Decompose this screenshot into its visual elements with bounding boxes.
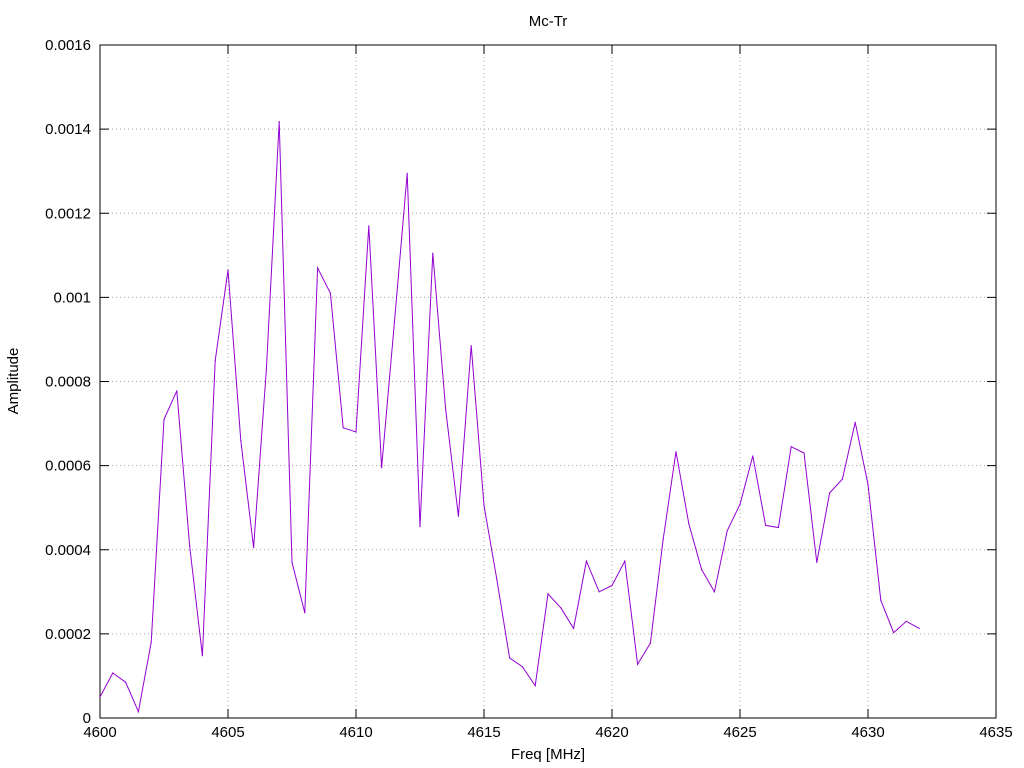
y-tick-label: 0 xyxy=(83,710,91,727)
data-point xyxy=(342,427,344,429)
data-point xyxy=(99,696,101,698)
data-point xyxy=(201,655,203,657)
data-point xyxy=(214,359,216,362)
data-point xyxy=(509,657,511,659)
data-point xyxy=(905,620,908,622)
data-point xyxy=(189,544,191,547)
data-point xyxy=(227,269,229,271)
data-point xyxy=(137,711,139,713)
data-point xyxy=(125,681,127,683)
data-point xyxy=(854,421,856,423)
x-tick-label: 4620 xyxy=(595,724,628,741)
y-tick-label: 0.0014 xyxy=(45,121,91,138)
data-point xyxy=(637,663,639,665)
data-point xyxy=(624,560,626,562)
data-point xyxy=(893,632,895,634)
data-point xyxy=(803,452,805,454)
data-point xyxy=(355,431,357,433)
data-point xyxy=(470,345,472,347)
data-point xyxy=(752,455,754,457)
data-point xyxy=(726,530,728,532)
data-point xyxy=(457,515,459,517)
data-point xyxy=(265,368,267,370)
data-point xyxy=(867,484,869,486)
data-point xyxy=(496,578,498,580)
data-point xyxy=(598,591,600,593)
data-point xyxy=(432,252,434,254)
data-point xyxy=(918,627,920,630)
data-point xyxy=(253,547,255,549)
data-point xyxy=(240,439,242,441)
data-point xyxy=(291,561,293,564)
data-point xyxy=(329,292,331,294)
series-line xyxy=(99,121,920,714)
data-point xyxy=(611,584,613,587)
data-point xyxy=(675,451,677,453)
x-tick-label: 4635 xyxy=(979,724,1012,741)
data-point xyxy=(163,418,165,420)
y-axis-label: Amplitude xyxy=(5,348,22,415)
y-tick-label: 0.0006 xyxy=(45,458,91,475)
x-tick-label: 4625 xyxy=(723,724,756,741)
data-point xyxy=(406,172,408,174)
data-point xyxy=(841,478,844,480)
x-tick-label: 4605 xyxy=(211,724,244,741)
data-point xyxy=(445,408,447,410)
data-point xyxy=(765,524,767,527)
y-tick-label: 0.0016 xyxy=(45,37,91,54)
data-point xyxy=(790,446,792,448)
data-point xyxy=(521,666,524,668)
y-tick-label: 0.0004 xyxy=(45,542,91,559)
data-point xyxy=(176,390,178,392)
chart-title: Mc-Tr xyxy=(529,13,568,30)
data-point xyxy=(419,526,421,528)
data-point xyxy=(829,492,831,494)
y-tick-label: 0.001 xyxy=(53,289,91,306)
data-point xyxy=(112,672,114,674)
data-point xyxy=(777,526,780,529)
data-point xyxy=(880,599,882,601)
x-axis-label: Freq [MHz] xyxy=(511,746,585,763)
x-tick-label: 4615 xyxy=(467,724,500,741)
data-point xyxy=(150,641,152,643)
data-point xyxy=(649,642,652,644)
data-point xyxy=(688,523,690,525)
x-tick-label: 4630 xyxy=(851,724,884,741)
data-point xyxy=(534,685,536,687)
line-chart: 4600 4605 4610 4615 4620 4625 4630 463500.00020… xyxy=(5,13,1013,763)
data-point xyxy=(368,225,370,227)
data-point xyxy=(304,612,306,614)
data-point xyxy=(317,267,319,269)
data-point xyxy=(662,538,664,540)
data-point xyxy=(381,467,383,469)
data-point xyxy=(393,322,395,324)
data-point xyxy=(739,503,741,505)
data-point xyxy=(573,627,575,630)
data-point xyxy=(560,607,562,609)
data-series xyxy=(99,121,920,714)
data-point xyxy=(585,560,588,562)
data-point xyxy=(816,561,818,564)
grid-lines xyxy=(100,45,996,718)
data-point xyxy=(547,593,549,595)
data-point xyxy=(701,568,703,571)
y-tick-label: 0.0012 xyxy=(45,205,91,222)
y-tick-label: 0.0002 xyxy=(45,626,91,643)
y-tick-label: 0.0008 xyxy=(45,374,91,391)
x-tick-label: 4610 xyxy=(339,724,372,741)
data-point xyxy=(713,591,716,593)
data-point xyxy=(483,505,485,507)
data-point xyxy=(278,121,280,123)
